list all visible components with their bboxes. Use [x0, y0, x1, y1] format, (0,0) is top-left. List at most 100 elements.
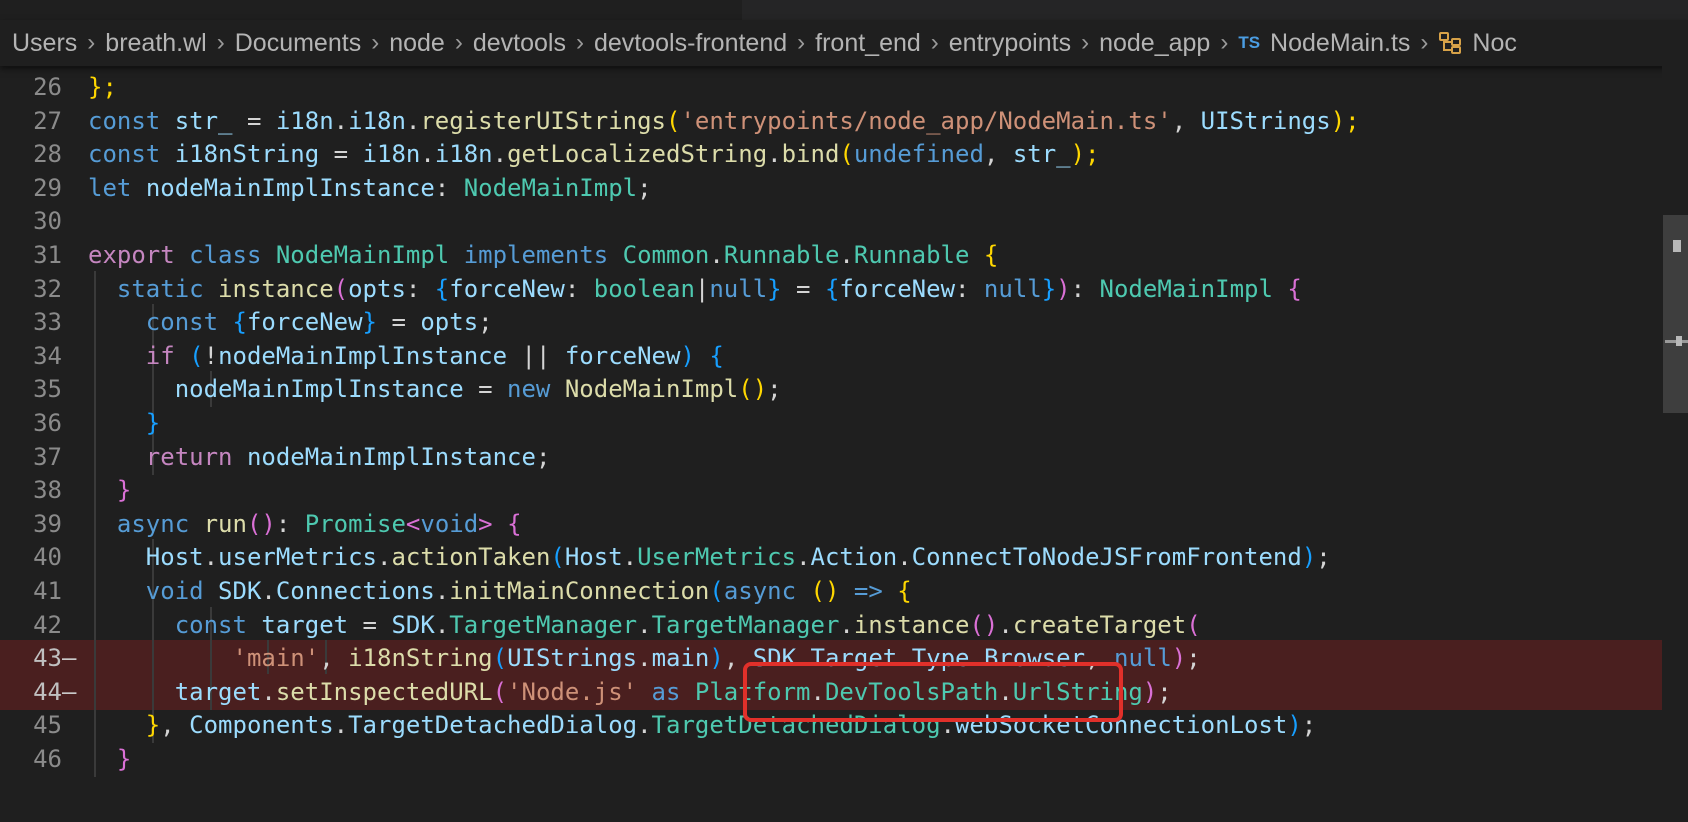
breadcrumb-item-symbol[interactable]: Noc [1438, 29, 1517, 58]
code-token: . [434, 577, 450, 605]
code-line[interactable]: 31 export class NodeMainImpl implements C… [0, 237, 1662, 273]
code-token: : [1070, 274, 1100, 303]
breadcrumb-item-node-app[interactable]: node_app [1099, 29, 1210, 58]
deleted-line-marker: — [62, 644, 77, 673]
code-text: }; [88, 69, 117, 105]
code-token: forceNew [449, 274, 565, 303]
code-token: setInspectedURL [275, 677, 493, 706]
code-token: async [116, 509, 190, 538]
code-line[interactable]: 26}; [0, 69, 1662, 105]
indent-guide [94, 337, 96, 374]
code-line[interactable]: 35 nodeMainImplInstance = new NodeMainImp… [0, 371, 1662, 408]
code-token: if [145, 341, 175, 370]
line-number: 37 [33, 442, 62, 471]
code-token: { [232, 308, 247, 337]
code-token: ( [738, 375, 753, 404]
code-token: ; [767, 375, 782, 404]
chevron-right-icon: › [1420, 29, 1429, 56]
deleted-line-marker: — [62, 677, 77, 706]
code-token: } [116, 745, 132, 773]
line-number: 30 [33, 207, 62, 236]
breadcrumb-item-node[interactable]: node [389, 29, 445, 58]
line-number: 34 [33, 341, 62, 370]
code-token: = [319, 140, 363, 169]
chevron-right-icon: › [371, 29, 380, 56]
code-token: ( [246, 509, 262, 538]
code-token: userMetrics [218, 543, 377, 572]
code-token: boolean [593, 274, 695, 303]
code-line[interactable]: 40 Host.userMetrics.actionTaken(Host.User… [0, 539, 1662, 576]
breadcrumb-item-devtools-frontend[interactable]: devtools-frontend [594, 29, 787, 58]
code-token: Runnable [723, 241, 840, 269]
code-token: const [174, 610, 247, 639]
line-number: 40 [33, 543, 62, 572]
code-line[interactable]: 30 [0, 203, 1662, 239]
code-token: . [637, 711, 652, 740]
code-token: i18nString [174, 140, 320, 169]
code-token: run [203, 509, 247, 538]
code-token: ) [680, 341, 695, 370]
code-token: Common [622, 241, 710, 269]
indent-guide [94, 371, 96, 408]
tab-bar [0, 0, 1688, 20]
code-token: . [420, 140, 435, 169]
chevron-right-icon: › [1081, 29, 1090, 56]
code-token: i18n [275, 106, 334, 135]
code-token: SDK [218, 577, 262, 605]
breadcrumb-item-documents[interactable]: Documents [235, 29, 361, 58]
code-token: new [507, 375, 551, 404]
code-token: const [88, 140, 161, 169]
code-token: UIStrings [1200, 106, 1331, 135]
code-line[interactable]: 42 const target = SDK.TargetManager.Targe… [0, 606, 1662, 643]
code-token: . [261, 677, 276, 706]
indent-guide [209, 640, 212, 677]
line-number: 38 [33, 476, 62, 505]
code-token: ) [1171, 644, 1187, 673]
code-line[interactable]: 46} [0, 741, 1662, 777]
breadcrumb-item-devtools[interactable]: devtools [473, 29, 566, 58]
code-line[interactable]: 38} [0, 472, 1662, 509]
code-line[interactable]: 27 const str_ = i18n.i18n.registerUIStrin… [0, 103, 1662, 139]
indent-guide [151, 640, 154, 677]
breadcrumb-item-entrypoints[interactable]: entrypoints [949, 29, 1071, 58]
code-token: } [1041, 274, 1057, 303]
breadcrumb-item-file[interactable]: TS NodeMain.ts [1238, 29, 1410, 58]
code-token: NodeMainImpl [275, 241, 450, 269]
code-line[interactable]: 36} [0, 405, 1662, 441]
code-line[interactable]: 33 const {forceNew} = opts; [0, 304, 1662, 341]
tab-bar-fill [742, 0, 1688, 20]
code-line[interactable]: 37 return nodeMainImplInstance; [0, 438, 1662, 475]
code-token: || [507, 341, 565, 370]
code-token: export [88, 241, 175, 269]
code-token: . [897, 543, 912, 572]
code-token: = [348, 610, 392, 639]
code-line[interactable]: 32 static instance(opts: {forceNew: boole… [0, 270, 1662, 307]
code-line[interactable]: 29 let nodeMainImplInstance: NodeMainImpl… [0, 170, 1662, 206]
code-line[interactable]: 39 async run(): Promise<void> { [0, 505, 1662, 542]
indent-guide [94, 270, 96, 307]
class-symbol-icon [1438, 31, 1464, 55]
indent-guide [94, 707, 96, 744]
indent-guide [94, 438, 96, 475]
scrollbar-track[interactable] [1662, 66, 1688, 822]
code-line[interactable]: 34 if (!nodeMainImplInstance || forceNew)… [0, 337, 1662, 374]
code-line[interactable]: 28 const i18nString = i18n.i18n.getLocali… [0, 136, 1662, 172]
code-token: , [160, 711, 190, 740]
code-text: let nodeMainImplInstance: NodeMainImpl; [88, 170, 652, 206]
breadcrumb-item-users[interactable]: Users [12, 29, 77, 58]
code-token: getLocalizedString [507, 140, 768, 169]
breadcrumb-label: breath.wl [105, 28, 207, 57]
breadcrumb-item-front-end[interactable]: front_end [815, 29, 921, 58]
code-line[interactable]: 41 void SDK.Connections.initMainConnectio… [0, 573, 1662, 609]
code-token: createTarget [1012, 610, 1187, 639]
code-token: nodeMainImplInstance [174, 375, 464, 404]
code-token: TargetManager [651, 610, 840, 639]
code-text: } [117, 741, 131, 777]
breadcrumb-item-breath[interactable]: breath.wl [105, 29, 206, 58]
